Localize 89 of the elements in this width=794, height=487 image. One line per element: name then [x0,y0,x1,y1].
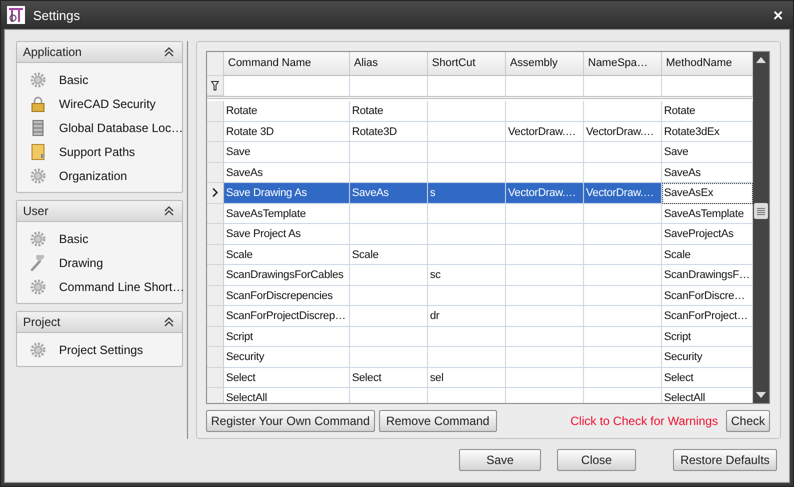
table-cell: Select [224,368,350,388]
grid-button[interactable]: Register Your Own Command [206,410,375,432]
gear-icon [30,231,46,247]
group-header[interactable]: Application [17,42,182,63]
wrench-icon [30,255,46,271]
sidebar-item[interactable]: Command Line Short… [17,275,182,299]
footer-button[interactable]: Close [557,449,636,471]
table-row[interactable]: Save Project As SaveProjectAs [207,224,753,244]
gear-icon [30,342,46,358]
scroll-down-icon[interactable] [756,392,766,398]
table-cell: VectorDraw.… [584,183,662,204]
table-cell: SelectAll [224,388,350,403]
column-header[interactable]: Assembly [506,52,584,76]
sidebar-item[interactable]: Organization [17,164,182,188]
gear-icon [30,279,46,295]
table-cell: Select [350,368,428,388]
sidebar-item[interactable]: Basic [17,68,182,92]
table-row[interactable]: Select Select sel Select [207,368,753,388]
footer-button[interactable]: Save [459,449,541,471]
scroll-thumb[interactable] [754,203,768,219]
collapse-icon[interactable] [164,47,174,57]
table-cell: Rotate 3D [224,122,350,142]
group-header[interactable]: User [17,201,182,222]
grid-button[interactable]: Remove Command [378,410,497,432]
collapse-icon[interactable] [164,206,174,216]
table-cell: Security [224,347,350,368]
table-cell: Save Drawing As [224,183,350,204]
table-row[interactable]: Save Drawing As SaveAs s VectorDraw.… VectorDraw.… SaveAsEx [207,183,753,204]
table-cell: Save Project As [224,224,350,244]
window-title: Settings [33,8,80,22]
table-cell: SaveAs [350,183,428,204]
scrollbar[interactable] [753,52,769,403]
footer-button[interactable]: Restore Defaults [673,449,777,471]
column-header[interactable]: NameSpa… [584,52,662,76]
table-row[interactable]: SaveAsTemplate SaveAsTemplate [207,204,753,224]
table-row[interactable]: ScanDrawingsForCables sc ScanDrawingsF… [207,265,753,286]
folder-icon [30,144,46,160]
table-cell: s [428,183,506,204]
column-header[interactable]: Alias [350,52,428,76]
table-row[interactable]: Save Save [207,142,753,162]
close-button[interactable]: × [769,6,787,24]
current-row-icon [212,188,218,198]
group-header[interactable]: Project [17,312,182,333]
check-button[interactable]: Check [726,410,770,432]
database-icon [30,120,46,136]
table-cell: ScanForDiscrepencies [224,286,350,306]
table-cell: SaveAsTemplate [224,204,350,224]
table-cell: dr [428,306,506,326]
table-cell: VectorDraw.… [506,122,584,142]
table-row[interactable]: Scale Scale Scale [207,244,753,265]
table-cell: Rotate3D [350,122,428,142]
table-cell: sel [428,368,506,388]
app-icon [7,6,25,24]
collapse-icon[interactable] [164,317,174,327]
table-row[interactable]: Rotate 3D Rotate3D VectorDraw.… VectorDraw.… Rotate3dEx [207,122,753,142]
table-row[interactable]: Script Script [207,326,753,347]
table-cell: Scale [224,244,350,265]
table-row[interactable]: SelectAll SelectAll [207,388,753,403]
sidebar-item[interactable]: Global Database Loc… [17,116,182,140]
table-cell: ScanDrawingsForCables [224,265,350,286]
column-header[interactable]: MethodName [662,52,753,76]
table-cell: VectorDraw.… [506,183,584,204]
table-cell: sc [428,265,506,286]
table-cell: SaveAsEx [662,183,753,204]
lock-icon [30,96,46,112]
table-cell: Script [224,326,350,347]
table-cell: VectorDraw.… [584,122,662,142]
table-cell: Rotate [224,101,350,122]
sidebar-item[interactable]: Drawing [17,251,182,275]
table-cell: Save [224,142,350,162]
gear-icon [30,72,46,88]
sidebar-item[interactable]: Project Settings [17,338,182,362]
row-header[interactable] [207,183,224,204]
warning-link[interactable]: Click to Check for Warnings [570,414,718,428]
table-row[interactable]: Security Security [207,347,753,368]
gear-icon [30,168,46,184]
table-cell: ScanForProjectDiscrep… [224,306,350,326]
sidebar-item[interactable]: Support Paths [17,140,182,164]
table-row[interactable]: Rotate Rotate Rotate [207,101,753,122]
column-header[interactable]: Command Name [224,52,350,76]
scroll-up-icon[interactable] [756,57,766,63]
table-cell: Scale [350,244,428,265]
column-header[interactable]: ShortCut [428,52,506,76]
table-row[interactable]: ScanForProjectDiscrep… dr ScanForProject… [207,306,753,326]
table-row[interactable]: ScanForDiscrepencies ScanForDiscre… [207,286,753,306]
table-cell: Rotate [350,101,428,122]
sidebar-item[interactable]: WireCAD Security [17,92,182,116]
filter-icon [211,80,219,90]
sidebar-item[interactable]: Basic [17,227,182,251]
